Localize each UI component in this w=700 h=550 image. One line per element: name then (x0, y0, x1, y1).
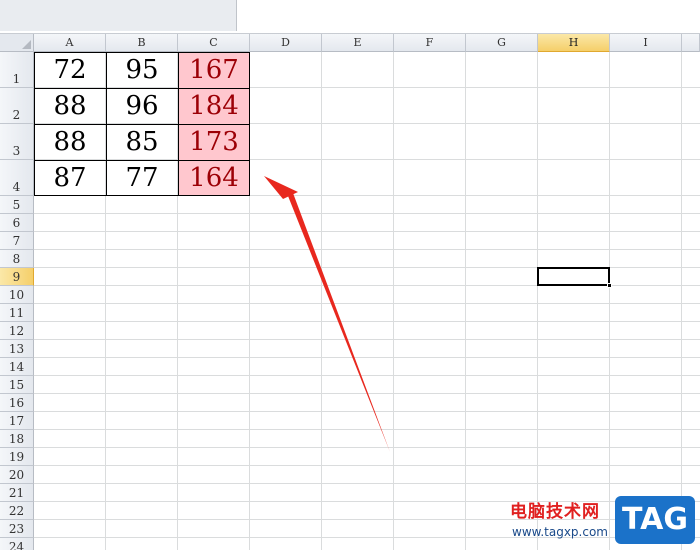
arrow-shaft (288, 193, 390, 452)
watermark-url: www.tagxp.com (512, 525, 608, 539)
watermark-site-name: 电脑技术网 (510, 502, 600, 522)
red-arrow-annotation (264, 176, 390, 452)
watermark-tag-logo: TAG (615, 496, 695, 544)
